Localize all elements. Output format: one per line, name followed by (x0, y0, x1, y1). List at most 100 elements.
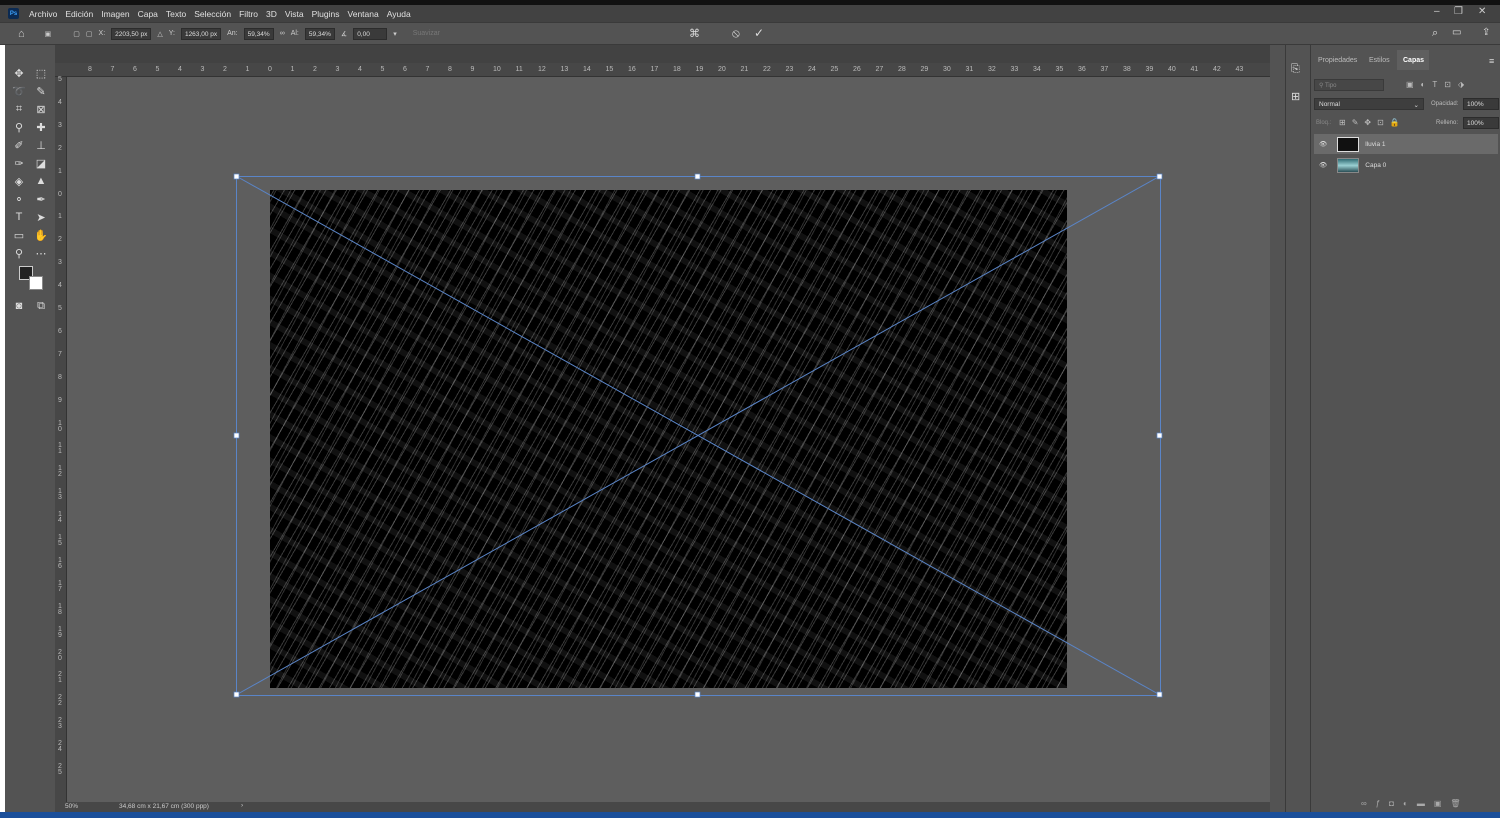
angle-icon: ∡ (340, 30, 348, 38)
angle-field[interactable]: 0,00 (353, 27, 388, 40)
menu-3d[interactable]: 3D (266, 9, 277, 19)
history-brush-icon[interactable]: ✑ (12, 156, 26, 170)
layer-row-capa-0[interactable]: 👁 Capa 0 (1314, 155, 1498, 175)
reference-point-icon[interactable]: ▣ (45, 30, 52, 38)
brush-tool-icon[interactable]: ✐ (12, 138, 26, 152)
opacity-field[interactable]: 100% (1463, 98, 1499, 110)
tab-properties[interactable]: Propiedades (1318, 57, 1357, 64)
quick-mask-icon[interactable]: ◙ (12, 299, 26, 313)
share-icon[interactable]: ⇪ (1482, 27, 1490, 38)
filter-type-icons[interactable]: ▣◐T⊡⬗ (1406, 80, 1471, 89)
ruler-label: 37 (1100, 66, 1109, 73)
height-field[interactable]: 59,34% (304, 27, 335, 40)
ruler-label: 4 (58, 98, 62, 106)
visibility-eye-icon[interactable]: 👁 (1319, 140, 1327, 148)
layer-name: lluvia 1 (1365, 140, 1386, 148)
menu-selección[interactable]: Selección (194, 9, 231, 19)
maximize-button[interactable]: ❐ (1454, 6, 1463, 17)
tab-layers[interactable]: Capas (1403, 57, 1424, 64)
ruler-label: 7 (58, 350, 62, 358)
adjustments-panel-icon[interactable]: ⊞ (1291, 90, 1300, 103)
screen-mode-icon[interactable]: ⧉ (34, 299, 48, 313)
pen-tool-icon[interactable]: ✒ (34, 192, 48, 206)
menu-ayuda[interactable]: Ayuda (387, 9, 411, 19)
chevron-icon[interactable]: ▾ (393, 30, 397, 38)
menu-archivo[interactable]: Archivo (29, 9, 57, 19)
x-field[interactable]: 2203,50 px (111, 27, 152, 40)
hand-tool-icon[interactable]: ✋ (34, 228, 48, 242)
history-panel-icon[interactable]: ⎘ (1291, 63, 1300, 76)
layer-row-lluvia[interactable]: 👁 lluvia 1 (1314, 134, 1498, 154)
frame-tool-icon[interactable]: ⊠ (34, 102, 48, 116)
smooth-checkbox[interactable]: Suavizar (413, 30, 440, 37)
delta-icon[interactable]: △ (157, 30, 162, 38)
lasso-tool-icon[interactable]: ➰ (12, 84, 26, 98)
background-color-swatch[interactable] (29, 276, 43, 290)
ruler-label: 3 (335, 66, 340, 73)
layer-footer-icons[interactable]: ∞ƒ◘◐▬▣🗑 (1361, 799, 1470, 808)
type-tool-icon[interactable]: T (12, 210, 26, 224)
relative-toggle[interactable]: ▢ (86, 30, 93, 38)
x-label: X: (98, 30, 106, 37)
healing-brush-icon[interactable]: ✚ (34, 120, 48, 134)
reference-toggle[interactable]: ▢ (73, 30, 80, 38)
rectangle-tool-icon[interactable]: ▭ (12, 228, 26, 242)
menu-imagen[interactable]: Imagen (101, 9, 129, 19)
menu-texto[interactable]: Texto (166, 9, 186, 19)
width-field[interactable]: 59,34% (243, 27, 274, 40)
path-select-icon[interactable]: ➤ (34, 210, 48, 224)
ruler-label: 13 (58, 488, 62, 502)
layer-filter-input[interactable]: ⚲ Tipo (1314, 79, 1384, 91)
panel-menu-icon[interactable]: ≡ (1489, 56, 1494, 66)
close-button[interactable]: ✕ (1478, 6, 1486, 17)
ruler-label: 21 (58, 671, 62, 685)
paint-bucket-icon[interactable]: ◈ (12, 174, 26, 188)
search-icon[interactable]: ⌕ (1432, 27, 1438, 40)
crop-tool-icon[interactable]: ⌗ (12, 102, 26, 116)
minimize-button[interactable]: – (1434, 6, 1440, 17)
fill-label: Relleno: (1436, 120, 1459, 126)
fill-field[interactable]: 100% (1463, 117, 1499, 129)
menu-plugins[interactable]: Plugins (312, 9, 340, 19)
home-icon[interactable]: ⌂ (18, 28, 25, 40)
status-menu-chevron-icon[interactable]: › (241, 802, 243, 809)
blur-tool-icon[interactable]: ▲ (34, 174, 48, 188)
workspace-icon[interactable]: ▭ (1452, 27, 1461, 38)
zoom-level[interactable]: 50% (65, 803, 78, 810)
menu-vista[interactable]: Vista (285, 9, 304, 19)
lock-icons[interactable]: ⊞✎✥⊡🔒 (1339, 118, 1406, 127)
ruler-label: 13 (560, 66, 569, 73)
blend-mode-select[interactable]: Normal ⌄ (1314, 98, 1424, 110)
link-icon[interactable]: ∞ (280, 30, 285, 37)
ruler-label: 5 (155, 66, 160, 73)
visibility-eye-icon[interactable]: 👁 (1319, 161, 1327, 169)
marquee-tool-icon[interactable]: ⬚ (34, 66, 48, 80)
ruler-label: 18 (58, 602, 62, 616)
dodge-tool-icon[interactable]: ⚬ (12, 192, 26, 206)
y-field[interactable]: 1263,00 px (180, 27, 222, 40)
move-tool-icon[interactable]: ✥ (12, 66, 26, 80)
quick-select-icon[interactable]: ✎ (34, 84, 48, 98)
eyedropper-icon[interactable]: ⚲ (12, 120, 26, 134)
menu-edición[interactable]: Edición (65, 9, 93, 19)
horizontal-ruler[interactable]: 8 7 6 5 4 3 2 1 0 1 2 3 4 5 6 7 8 9 10 11 12 13 14 15 16 17 18 19 20… (55, 63, 1270, 77)
menu-filtro[interactable]: Filtro (239, 9, 258, 19)
vertical-ruler[interactable]: 5 4 3 2 1 0 1 2 3 4 5 6 7 8 9 10 11 12 13 14 15 16 17 18 19 20 21 2… (55, 76, 67, 802)
layer-thumbnail (1337, 136, 1360, 152)
ruler-label: 11 (58, 442, 62, 456)
ruler-label: 0 (268, 66, 272, 73)
menu-capa[interactable]: Capa (138, 9, 158, 19)
menu-ventana[interactable]: Ventana (348, 9, 379, 19)
tab-styles[interactable]: Estilos (1369, 57, 1390, 64)
commit-check-icon[interactable]: ✓ (754, 26, 764, 40)
more-tools-icon[interactable]: ⋯ (34, 246, 48, 260)
height-label: Al: (290, 30, 299, 37)
stamp-tool-icon[interactable]: ⊥ (34, 138, 48, 152)
rain-layer-image[interactable] (270, 190, 1067, 688)
ruler-label: 17 (58, 579, 62, 593)
zoom-tool-icon[interactable]: ⚲ (12, 246, 26, 260)
cancel-icon[interactable]: ⦸ (732, 26, 740, 41)
eraser-tool-icon[interactable]: ◪ (34, 156, 48, 170)
ruler-label: 16 (628, 66, 636, 73)
warp-icon[interactable]: ⌘ (689, 27, 700, 40)
